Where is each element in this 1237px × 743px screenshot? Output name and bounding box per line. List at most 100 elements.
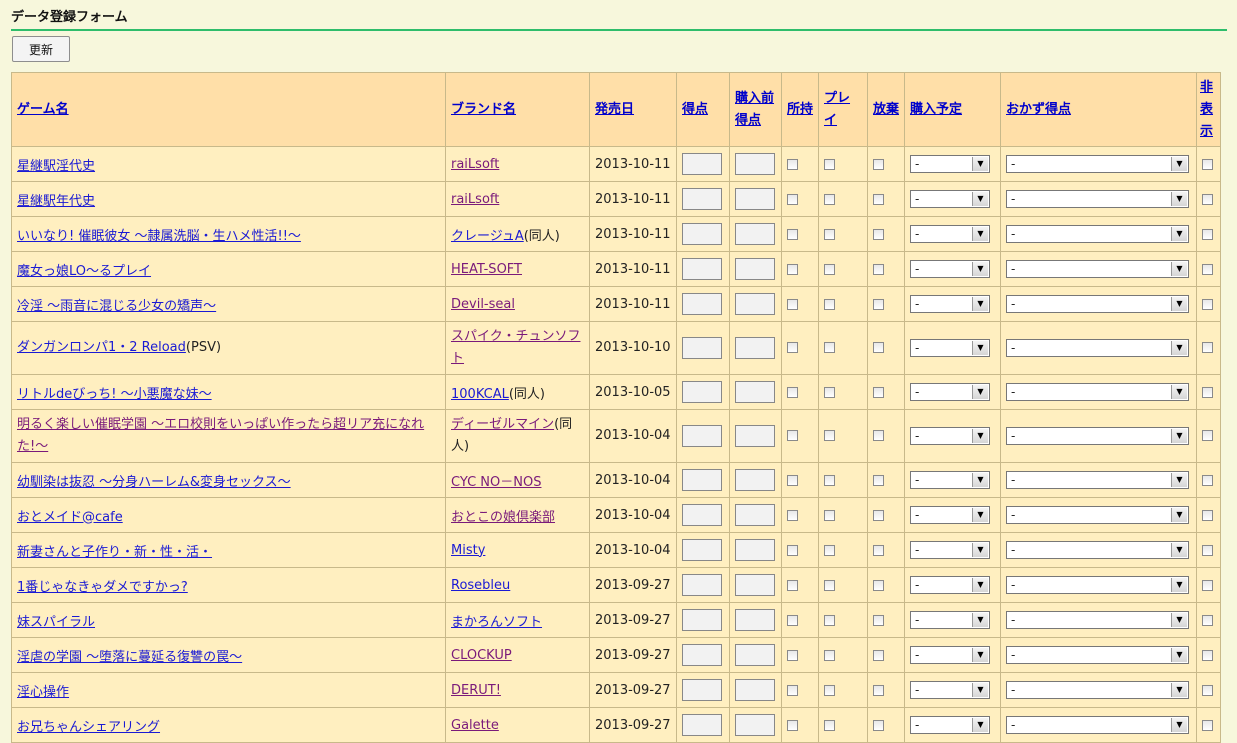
sort-game-link[interactable]: ゲーム名 bbox=[17, 102, 69, 117]
okazu-score-select[interactable]: - ▼ bbox=[1006, 427, 1189, 445]
prescore-input[interactable] bbox=[735, 425, 775, 447]
score-input[interactable] bbox=[682, 679, 722, 701]
hide-checkbox[interactable] bbox=[1202, 193, 1213, 205]
owned-checkbox[interactable] bbox=[787, 263, 798, 275]
played-checkbox[interactable] bbox=[824, 430, 835, 441]
purchase-plan-select[interactable]: - ▼ bbox=[910, 339, 990, 357]
abandoned-checkbox[interactable] bbox=[873, 342, 884, 353]
hide-checkbox[interactable] bbox=[1202, 263, 1213, 275]
hide-checkbox[interactable] bbox=[1202, 509, 1213, 521]
score-input[interactable] bbox=[682, 425, 722, 447]
score-input[interactable] bbox=[682, 574, 722, 596]
brand-link[interactable]: 100KCAL bbox=[451, 387, 509, 402]
refresh-button[interactable]: 更新 bbox=[12, 36, 70, 62]
abandoned-checkbox[interactable] bbox=[873, 430, 884, 441]
owned-checkbox[interactable] bbox=[787, 719, 798, 731]
brand-link[interactable]: まかろんソフト bbox=[451, 615, 542, 630]
abandoned-checkbox[interactable] bbox=[873, 228, 884, 240]
game-link[interactable]: 星継駅淫代史 bbox=[17, 159, 95, 174]
owned-checkbox[interactable] bbox=[787, 684, 798, 696]
prescore-input[interactable] bbox=[735, 337, 775, 359]
abandoned-checkbox[interactable] bbox=[873, 474, 884, 486]
brand-link[interactable]: おとこの娘倶楽部 bbox=[451, 510, 555, 525]
hide-checkbox[interactable] bbox=[1202, 544, 1213, 556]
okazu-score-select[interactable]: - ▼ bbox=[1006, 260, 1189, 278]
score-input[interactable] bbox=[682, 153, 722, 175]
abandoned-checkbox[interactable] bbox=[873, 719, 884, 731]
brand-link[interactable]: Misty bbox=[451, 543, 485, 558]
purchase-plan-select[interactable]: - ▼ bbox=[910, 646, 990, 664]
okazu-score-select[interactable]: - ▼ bbox=[1006, 155, 1189, 173]
sort-okazu-score-link[interactable]: おかず得点 bbox=[1006, 102, 1071, 117]
brand-link[interactable]: HEAT-SOFT bbox=[451, 262, 522, 277]
score-input[interactable] bbox=[682, 381, 722, 403]
owned-checkbox[interactable] bbox=[787, 474, 798, 486]
sort-abandoned-link[interactable]: 放棄 bbox=[873, 102, 899, 117]
okazu-score-select[interactable]: - ▼ bbox=[1006, 541, 1189, 559]
game-link[interactable]: 冷淫 ～雨音に混じる少女の矯声～ bbox=[17, 299, 216, 314]
played-checkbox[interactable] bbox=[824, 386, 835, 398]
game-link[interactable]: 妹スパイラル bbox=[17, 615, 95, 630]
score-input[interactable] bbox=[682, 609, 722, 631]
score-input[interactable] bbox=[682, 258, 722, 280]
purchase-plan-select[interactable]: - ▼ bbox=[910, 225, 990, 243]
purchase-plan-select[interactable]: - ▼ bbox=[910, 260, 990, 278]
okazu-score-select[interactable]: - ▼ bbox=[1006, 295, 1189, 313]
abandoned-checkbox[interactable] bbox=[873, 193, 884, 205]
score-input[interactable] bbox=[682, 469, 722, 491]
purchase-plan-select[interactable]: - ▼ bbox=[910, 541, 990, 559]
brand-link[interactable]: Galette bbox=[451, 718, 499, 733]
played-checkbox[interactable] bbox=[824, 158, 835, 170]
prescore-input[interactable] bbox=[735, 293, 775, 315]
brand-link[interactable]: raiLsoft bbox=[451, 192, 499, 207]
okazu-score-select[interactable]: - ▼ bbox=[1006, 611, 1189, 629]
purchase-plan-select[interactable]: - ▼ bbox=[910, 471, 990, 489]
played-checkbox[interactable] bbox=[824, 228, 835, 240]
game-link[interactable]: 魔女っ娘LO～るプレイ bbox=[17, 264, 151, 279]
score-input[interactable] bbox=[682, 714, 722, 736]
hide-checkbox[interactable] bbox=[1202, 342, 1213, 353]
score-input[interactable] bbox=[682, 188, 722, 210]
okazu-score-select[interactable]: - ▼ bbox=[1006, 716, 1189, 734]
owned-checkbox[interactable] bbox=[787, 579, 798, 591]
okazu-score-select[interactable]: - ▼ bbox=[1006, 190, 1189, 208]
played-checkbox[interactable] bbox=[824, 342, 835, 353]
brand-link[interactable]: CLOCKUP bbox=[451, 648, 512, 663]
played-checkbox[interactable] bbox=[824, 684, 835, 696]
score-input[interactable] bbox=[682, 644, 722, 666]
owned-checkbox[interactable] bbox=[787, 298, 798, 310]
abandoned-checkbox[interactable] bbox=[873, 649, 884, 661]
owned-checkbox[interactable] bbox=[787, 342, 798, 353]
abandoned-checkbox[interactable] bbox=[873, 298, 884, 310]
prescore-input[interactable] bbox=[735, 381, 775, 403]
owned-checkbox[interactable] bbox=[787, 228, 798, 240]
sort-prescore-link[interactable]: 購入前 得点 bbox=[735, 91, 774, 128]
game-link[interactable]: 幼馴染は抜忍 ～分身ハーレム&変身セックス～ bbox=[17, 475, 291, 490]
hide-checkbox[interactable] bbox=[1202, 298, 1213, 310]
game-link[interactable]: 明るく楽しい催眠学園 ～エロ校則をいっぱい作ったら超リア充になれた!～ bbox=[17, 417, 424, 454]
brand-link[interactable]: DERUT! bbox=[451, 683, 501, 698]
abandoned-checkbox[interactable] bbox=[873, 544, 884, 556]
game-link[interactable]: 淫心操作 bbox=[17, 685, 69, 700]
game-link[interactable]: お兄ちゃんシェアリング bbox=[17, 720, 160, 735]
prescore-input[interactable] bbox=[735, 644, 775, 666]
played-checkbox[interactable] bbox=[824, 614, 835, 626]
sort-release-link[interactable]: 発売日 bbox=[595, 102, 634, 117]
purchase-plan-select[interactable]: - ▼ bbox=[910, 155, 990, 173]
purchase-plan-select[interactable]: - ▼ bbox=[910, 681, 990, 699]
prescore-input[interactable] bbox=[735, 153, 775, 175]
okazu-score-select[interactable]: - ▼ bbox=[1006, 383, 1189, 401]
hide-checkbox[interactable] bbox=[1202, 474, 1213, 486]
abandoned-checkbox[interactable] bbox=[873, 579, 884, 591]
played-checkbox[interactable] bbox=[824, 263, 835, 275]
purchase-plan-select[interactable]: - ▼ bbox=[910, 427, 990, 445]
played-checkbox[interactable] bbox=[824, 474, 835, 486]
owned-checkbox[interactable] bbox=[787, 430, 798, 441]
score-input[interactable] bbox=[682, 337, 722, 359]
owned-checkbox[interactable] bbox=[787, 386, 798, 398]
purchase-plan-select[interactable]: - ▼ bbox=[910, 506, 990, 524]
score-input[interactable] bbox=[682, 223, 722, 245]
played-checkbox[interactable] bbox=[824, 579, 835, 591]
owned-checkbox[interactable] bbox=[787, 193, 798, 205]
purchase-plan-select[interactable]: - ▼ bbox=[910, 716, 990, 734]
